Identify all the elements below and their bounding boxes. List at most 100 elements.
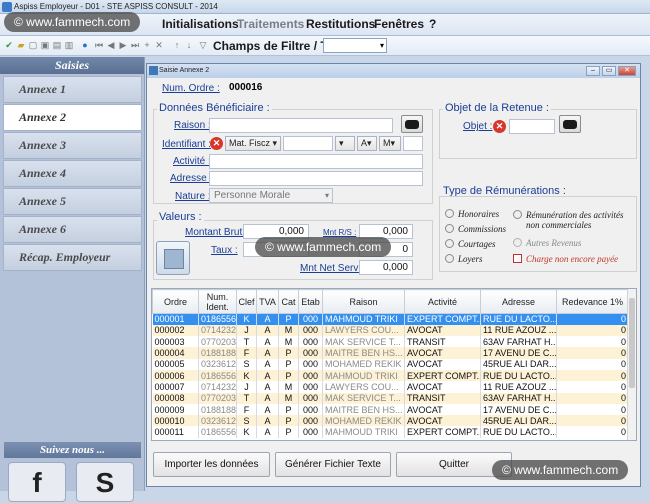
objet-search-binoculars-icon[interactable] bbox=[559, 115, 581, 133]
table-row[interactable]: 000011 0186556 K A P 000 MAHMOUD TRIKI EXPERT C… bbox=[152, 426, 629, 438]
table-row[interactable]: 000003 0770203 T A M 000 MAK SERVICE T... TRANS… bbox=[152, 336, 629, 348]
menu-fenetres[interactable]: Fenêtres bbox=[374, 17, 424, 31]
sidebar-item-recap-employeur[interactable]: Récap. Employeur bbox=[3, 244, 142, 271]
raison-search-binoculars-icon[interactable] bbox=[401, 115, 423, 133]
col-raison[interactable]: Raison bbox=[322, 289, 405, 314]
table-cell: A bbox=[256, 336, 279, 348]
table-row[interactable]: 000004 0188188 F A P 000 MAITRE BEN HS... AVOCA… bbox=[152, 347, 629, 359]
nature-select[interactable]: Personne Morale ▾ bbox=[209, 188, 333, 203]
validate-icon[interactable]: ✔ bbox=[4, 40, 14, 51]
radio-commissions[interactable] bbox=[445, 224, 454, 233]
filter-sort-select[interactable]: ▾ bbox=[323, 38, 387, 53]
table-cell: 45RUE ALI DAR... bbox=[480, 358, 557, 370]
new-document-icon[interactable]: ▢ bbox=[28, 40, 38, 51]
table-row[interactable]: 000001 0186556 K A P 000 MAHMOUD TRIKI EXPERT C… bbox=[152, 313, 629, 325]
sidebar-item-annexe-6[interactable]: Annexe 6 bbox=[3, 216, 142, 243]
col-num-ident[interactable]: Num. Ident. bbox=[198, 289, 237, 314]
menu-help[interactable]: ? bbox=[429, 17, 436, 31]
id-key-select[interactable]: ▾ bbox=[335, 136, 355, 151]
sidebar-item-annexe-2[interactable]: Annexe 2 bbox=[3, 104, 142, 131]
sidebar-item-annexe-4[interactable]: Annexe 4 bbox=[3, 160, 142, 187]
radio-honoraires[interactable] bbox=[445, 209, 454, 218]
sort-descending-icon[interactable]: ↓ bbox=[184, 40, 194, 51]
id-number-input[interactable] bbox=[283, 136, 333, 151]
col-ordre[interactable]: Ordre bbox=[152, 289, 199, 314]
table-cell: 000 bbox=[298, 403, 323, 416]
table-cell: K bbox=[236, 313, 257, 325]
id-cat-select[interactable]: M▾ bbox=[379, 136, 401, 151]
menu-initialisations[interactable]: Initialisations bbox=[162, 17, 239, 31]
generate-text-file-button[interactable]: Générer Fichier Texte bbox=[275, 452, 391, 477]
table-row[interactable]: 000005 0323612 S A P 000 MOHAMED REKIK AVOCAT 45… bbox=[152, 358, 629, 370]
radio-courtages[interactable] bbox=[445, 239, 454, 248]
calculator-icon[interactable] bbox=[156, 241, 190, 275]
adresse-input[interactable] bbox=[209, 171, 423, 186]
facebook-icon[interactable]: f bbox=[8, 462, 66, 502]
col-tva[interactable]: TVA bbox=[256, 289, 279, 314]
first-record-icon[interactable]: ⏮ bbox=[94, 40, 104, 51]
grid-scrollbar[interactable] bbox=[627, 289, 636, 440]
sidebar-item-annexe-3[interactable]: Annexe 3 bbox=[3, 132, 142, 159]
table-cell: 0323612 bbox=[198, 358, 237, 370]
id-type-select[interactable]: Mat. Fiscz ▾ bbox=[225, 136, 281, 151]
charge-checkbox[interactable] bbox=[513, 254, 522, 263]
radio-autres-revenus[interactable] bbox=[513, 238, 522, 247]
last-record-icon[interactable]: ⏭ bbox=[130, 40, 140, 51]
table-row[interactable]: 000008 0770203 T A M 000 MAK SERVICE T... TRANS… bbox=[152, 392, 629, 404]
filter-sort-label: Champs de Filtre / Tri bbox=[213, 39, 336, 53]
table-cell: MAITRE BEN HS... bbox=[322, 403, 405, 416]
id-etab-input[interactable] bbox=[403, 136, 423, 151]
skype-icon[interactable]: S bbox=[76, 462, 134, 502]
add-record-icon[interactable]: + bbox=[142, 40, 152, 51]
table-row[interactable]: 000010 0323612 S A P 000 MOHAMED REKIK AVOCAT 45… bbox=[152, 415, 629, 427]
table-row[interactable]: 000009 0188188 F A P 000 MAITRE BEN HS... AVOCA… bbox=[152, 403, 629, 416]
table-cell: 0188188 bbox=[198, 403, 237, 416]
annexe-grid[interactable]: Ordre Num. Ident. Clef TVA Cat Etab Rais… bbox=[151, 288, 637, 441]
col-activite[interactable]: Activité bbox=[404, 289, 481, 314]
col-redevance[interactable]: Redevance 1% bbox=[556, 289, 629, 314]
open-folder-icon[interactable]: ▰ bbox=[16, 40, 26, 51]
sidebar: Saisies Annexe 1 Annexe 2 Annexe 3 Annex… bbox=[0, 57, 145, 502]
col-etab[interactable]: Etab bbox=[298, 289, 323, 314]
radio-loyers[interactable] bbox=[445, 254, 454, 263]
activite-input[interactable] bbox=[209, 154, 423, 169]
table-cell: 17 AVENU DE C... bbox=[480, 403, 557, 416]
table-row[interactable]: 000007 0714232 J A M 000 LAWYERS COU... AVOCAT 1… bbox=[152, 381, 629, 393]
col-clef[interactable]: Clef bbox=[236, 289, 257, 314]
table-row[interactable]: 000002 0714232 J A M 000 LAWYERS COU... AVOCAT 1… bbox=[152, 324, 629, 337]
maximize-icon[interactable]: ▭ bbox=[602, 66, 616, 76]
autres-revenus-label: Autres Revenus bbox=[526, 238, 582, 248]
minimize-icon[interactable]: – bbox=[586, 66, 600, 76]
scrollbar-thumb[interactable] bbox=[629, 298, 635, 388]
mnt-net-input[interactable]: 0,000 bbox=[359, 260, 413, 275]
id-tva-select[interactable]: A▾ bbox=[357, 136, 377, 151]
identifiant-clear-icon[interactable]: ✕ bbox=[210, 137, 223, 150]
table-cell: T bbox=[236, 336, 257, 348]
col-adresse[interactable]: Adresse bbox=[480, 289, 557, 314]
globe-icon[interactable]: ● bbox=[80, 40, 90, 51]
table-cell: A bbox=[256, 369, 279, 382]
table-cell: MAHMOUD TRIKI bbox=[322, 369, 405, 382]
table-row[interactable]: 000006 0186556 K A P 000 MAHMOUD TRIKI EXPERT C… bbox=[152, 369, 629, 382]
next-record-icon[interactable]: ▶ bbox=[118, 40, 128, 51]
col-cat[interactable]: Cat bbox=[278, 289, 299, 314]
filter-icon[interactable]: ▽ bbox=[198, 40, 208, 51]
table-cell: TRANSIT bbox=[404, 392, 481, 404]
radio-activites-non-commerciales[interactable] bbox=[513, 210, 522, 219]
import-data-button[interactable]: Importer les données bbox=[153, 452, 270, 477]
sidebar-item-annexe-1[interactable]: Annexe 1 bbox=[3, 76, 142, 103]
menu-traitements[interactable]: Traitements bbox=[237, 17, 304, 31]
save-icon[interactable]: ▣ bbox=[40, 40, 50, 51]
delete-record-icon[interactable]: ✕ bbox=[154, 40, 164, 51]
table-cell: 000 bbox=[298, 358, 323, 370]
objet-clear-icon[interactable]: ✕ bbox=[493, 120, 506, 133]
raison-input[interactable] bbox=[209, 118, 393, 133]
menu-restitutions[interactable]: Restitutions bbox=[306, 17, 375, 31]
preview-icon[interactable]: ▥ bbox=[64, 40, 74, 51]
objet-input[interactable] bbox=[509, 119, 555, 134]
print-icon[interactable]: ▤ bbox=[52, 40, 62, 51]
sort-ascending-icon[interactable]: ↑ bbox=[172, 40, 182, 51]
previous-record-icon[interactable]: ◀ bbox=[106, 40, 116, 51]
close-icon[interactable]: ✕ bbox=[618, 66, 636, 76]
sidebar-item-annexe-5[interactable]: Annexe 5 bbox=[3, 188, 142, 215]
